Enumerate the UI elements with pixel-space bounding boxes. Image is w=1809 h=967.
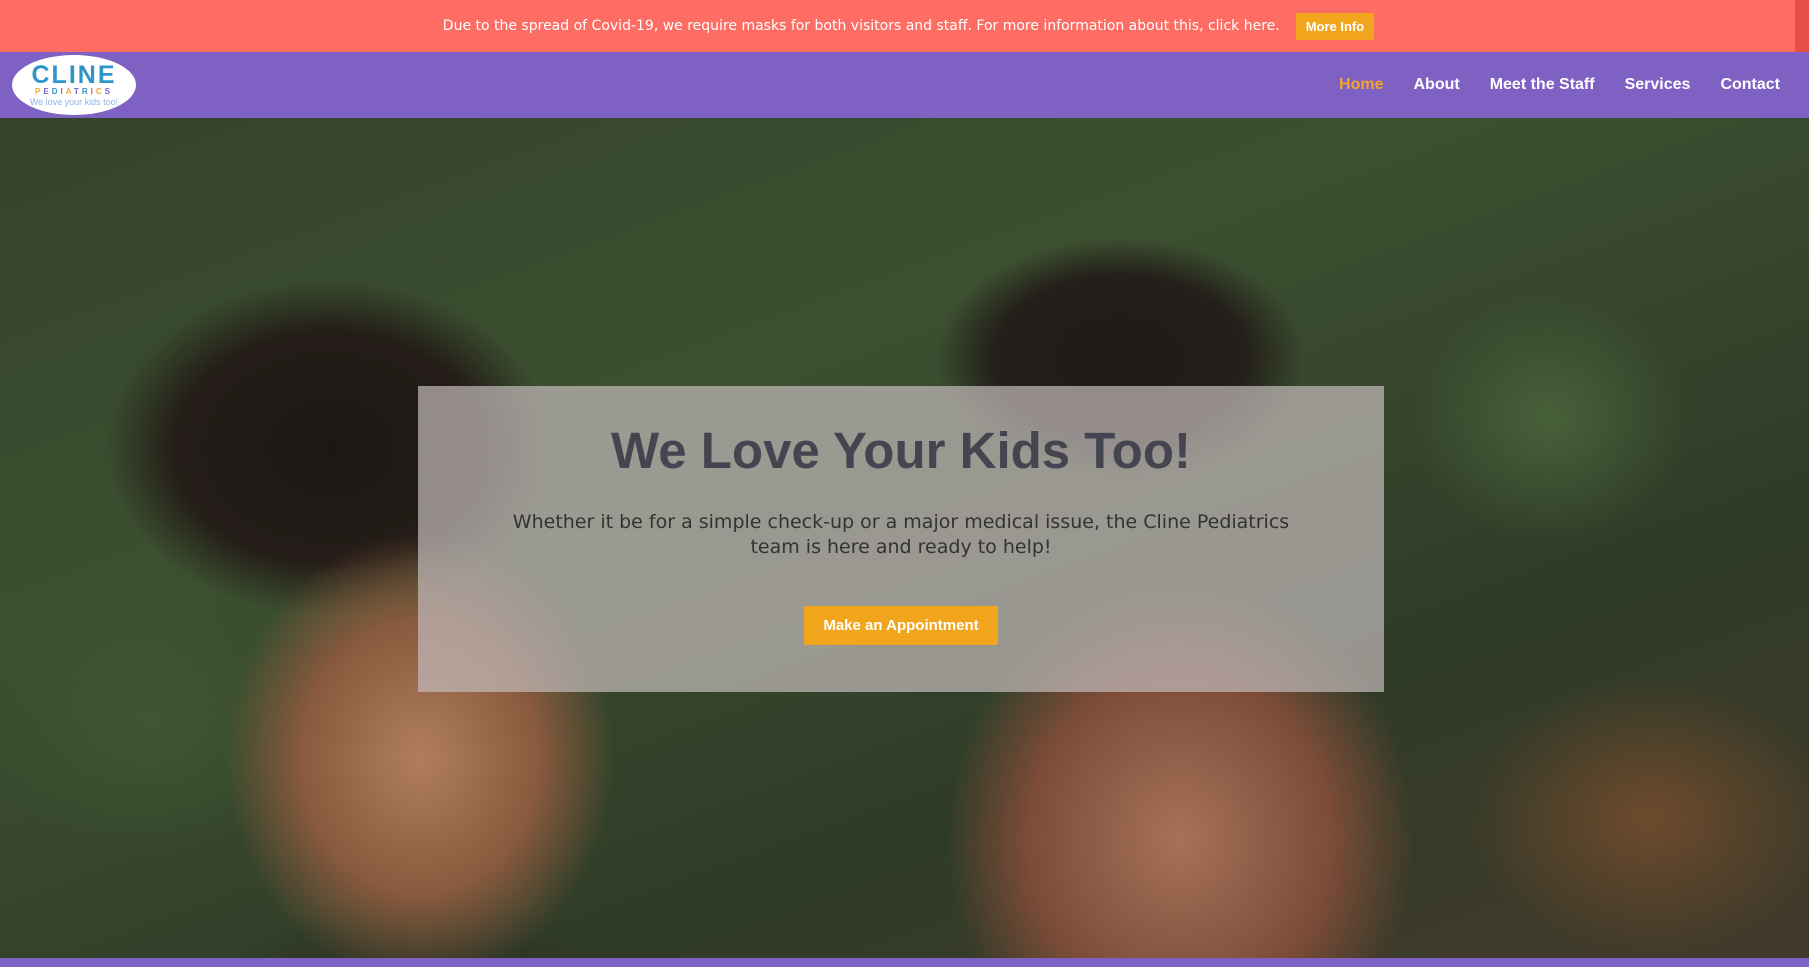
nav-item-meet-the-staff[interactable]: Meet the Staff [1490, 76, 1595, 94]
more-info-button[interactable]: More Info [1295, 12, 1375, 40]
main-nav: Home About Meet the Staff Services Conta… [1309, 76, 1780, 94]
covid-notice-text[interactable]: Due to the spread of Covid-19, we requir… [443, 18, 1280, 34]
hero-panel: We Love Your Kids Too! Whether it be for… [418, 386, 1384, 692]
logo-letter: N [77, 61, 98, 89]
nav-item-about[interactable]: About [1413, 76, 1459, 94]
logo-letter: I [68, 61, 78, 89]
nav-item-services[interactable]: Services [1625, 76, 1691, 94]
logo-sub-letter: R [81, 87, 91, 96]
logo-letter: E [97, 61, 117, 89]
hero-title: We Love Your Kids Too! [611, 422, 1191, 479]
make-appointment-button[interactable]: Make an Appointment [804, 606, 998, 645]
logo-tagline: We love your kids too! [29, 97, 119, 107]
site-header: CLINE PEDIATRICS We love your kids too! … [0, 52, 1809, 118]
logo-name: CLINE [31, 61, 117, 89]
logo-sub-letter: C [95, 87, 105, 96]
nav-item-contact[interactable]: Contact [1720, 76, 1780, 94]
nav-item-home[interactable]: Home [1339, 76, 1383, 94]
covid-notice-bar: Due to the spread of Covid-19, we requir… [0, 0, 1809, 52]
logo-subtitle: PEDIATRICS [35, 87, 113, 97]
logo-sub-letter: D [51, 87, 61, 96]
logo-letter: C [31, 61, 52, 89]
logo-sub-letter: A [65, 87, 74, 96]
logo-sub-letter: T [73, 87, 82, 96]
cline-pediatrics-logo[interactable]: CLINE PEDIATRICS We love your kids too! [12, 55, 136, 115]
hero-section: We Love Your Kids Too! Whether it be for… [0, 118, 1809, 958]
bottom-accent-bar [0, 958, 1809, 967]
logo-sub-letter: E [43, 87, 52, 96]
logo-letter: L [51, 61, 69, 89]
hero-description: Whether it be for a simple check-up or a… [512, 511, 1290, 558]
logo-sub-letter: S [104, 87, 113, 96]
notice-scroll-edge [1795, 0, 1809, 52]
